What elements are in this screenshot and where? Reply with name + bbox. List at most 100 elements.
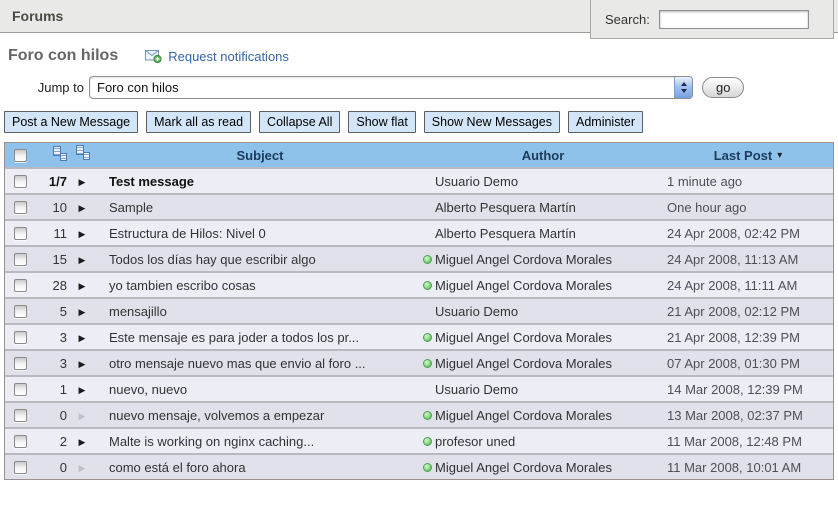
last-post-column-header[interactable]: Last Post ▾ — [663, 148, 833, 163]
expand-thread-icon[interactable]: ▶ — [79, 307, 86, 317]
thread-checkbox[interactable] — [14, 461, 27, 474]
author-name: Usuario Demo — [435, 304, 518, 319]
expand-thread-icon[interactable]: ▶ — [79, 385, 86, 395]
thread-checkbox[interactable] — [14, 201, 27, 214]
toolbar-button[interactable]: Collapse All — [259, 111, 340, 133]
thread-author: profesor uned — [423, 434, 663, 449]
author-name: Miguel Angel Cordova Morales — [435, 330, 612, 345]
thread-author: Miguel Angel Cordova Morales — [423, 330, 663, 345]
author-name: Usuario Demo — [435, 382, 518, 397]
go-button[interactable]: go — [702, 77, 744, 98]
thread-row: 0 ▶ nuevo mensaje, volvemos a empezar Mi… — [5, 401, 833, 427]
subject-column-header[interactable]: Subject — [97, 148, 423, 163]
expand-thread-icon[interactable]: ▶ — [79, 359, 86, 369]
thread-checkbox[interactable] — [14, 383, 27, 396]
expand-thread-icon[interactable]: ▶ — [79, 463, 86, 473]
message-count: 10 — [35, 200, 67, 215]
toolbar-button[interactable]: Post a New Message — [4, 111, 138, 133]
thread-subject[interactable]: Este mensaje es para joder a todos los p… — [97, 330, 423, 345]
expand-thread-icon[interactable]: ▶ — [79, 177, 86, 187]
last-post-time: 07 Apr 2008, 01:30 PM — [663, 356, 833, 371]
thread-subject[interactable]: otro mensaje nuevo mas que envio al foro… — [97, 356, 423, 371]
message-count: 2 — [35, 434, 67, 449]
last-post-time: 1 minute ago — [663, 174, 833, 189]
last-post-time: 11 Mar 2008, 12:48 PM — [663, 434, 833, 449]
sort-new-messages-icon[interactable] — [52, 146, 67, 161]
thread-subject[interactable]: yo tambien escribo cosas — [97, 278, 423, 293]
toolbar-button[interactable]: Administer — [568, 111, 643, 133]
expand-thread-icon[interactable]: ▶ — [79, 411, 86, 421]
thread-subject[interactable]: Test message — [97, 174, 423, 189]
expand-thread-icon[interactable]: ▶ — [79, 229, 86, 239]
toolbar-button[interactable]: Mark all as read — [146, 111, 251, 133]
thread-row: 3 ▶ otro mensaje nuevo mas que envio al … — [5, 349, 833, 375]
author-column-header[interactable]: Author — [423, 148, 663, 163]
thread-author: Usuario Demo — [423, 304, 663, 319]
last-post-time: 14 Mar 2008, 12:39 PM — [663, 382, 833, 397]
search-input[interactable] — [659, 10, 809, 29]
thread-checkbox[interactable] — [14, 227, 27, 240]
thread-author: Miguel Angel Cordova Morales — [423, 408, 663, 423]
online-status-icon — [423, 463, 432, 472]
request-notifications-link[interactable]: Request notifications — [145, 49, 289, 64]
email-add-icon — [145, 50, 162, 63]
thread-subject[interactable]: Sample — [97, 200, 423, 215]
author-name: Miguel Angel Cordova Morales — [435, 460, 612, 475]
thread-subject[interactable]: Estructura de Hilos: Nivel 0 — [97, 226, 423, 241]
thread-row: 1/7 ▶ Test message Usuario Demo 1 minute… — [5, 167, 833, 193]
thread-subject[interactable]: Malte is working on nginx caching... — [97, 434, 423, 449]
author-name: Usuario Demo — [435, 174, 518, 189]
thread-checkbox[interactable] — [14, 175, 27, 188]
online-status-icon — [423, 281, 432, 290]
thread-subject[interactable]: Todos los días hay que escribir algo — [97, 252, 423, 267]
expand-thread-icon[interactable]: ▶ — [79, 203, 86, 213]
last-post-time: 24 Apr 2008, 11:11 AM — [663, 278, 833, 293]
thread-row: 28 ▶ yo tambien escribo cosas Miguel Ang… — [5, 271, 833, 297]
expand-thread-icon[interactable]: ▶ — [79, 255, 86, 265]
jump-to-label: Jump to — [4, 80, 84, 95]
expand-thread-icon[interactable]: ▶ — [79, 437, 86, 447]
expand-thread-icon[interactable]: ▶ — [79, 333, 86, 343]
thread-row: 11 ▶ Estructura de Hilos: Nivel 0 Albert… — [5, 219, 833, 245]
online-status-icon — [423, 437, 432, 446]
last-post-time: 24 Apr 2008, 11:13 AM — [663, 252, 833, 267]
last-post-time: One hour ago — [663, 200, 833, 215]
thread-rows: 1/7 ▶ Test message Usuario Demo 1 minute… — [5, 167, 833, 479]
last-post-time: 21 Apr 2008, 12:39 PM — [663, 330, 833, 345]
thread-checkbox[interactable] — [14, 279, 27, 292]
thread-checkbox[interactable] — [14, 435, 27, 448]
thread-checkbox[interactable] — [14, 253, 27, 266]
sort-desc-icon: ▾ — [777, 150, 782, 161]
last-post-time: 11 Mar 2008, 10:01 AM — [663, 460, 833, 475]
toolbar-button[interactable]: Show New Messages — [424, 111, 560, 133]
toolbar-button[interactable]: Show flat — [348, 111, 415, 133]
message-count: 3 — [35, 330, 67, 345]
thread-author: Usuario Demo — [423, 382, 663, 397]
thread-checkbox[interactable] — [14, 331, 27, 344]
thread-subject[interactable]: mensajillo — [97, 304, 423, 319]
thread-author: Miguel Angel Cordova Morales — [423, 252, 663, 267]
select-all-checkbox[interactable] — [14, 149, 27, 162]
last-post-time: 24 Apr 2008, 02:42 PM — [663, 226, 833, 241]
expand-thread-icon[interactable]: ▶ — [79, 281, 86, 291]
message-count: 3 — [35, 356, 67, 371]
online-status-icon — [423, 255, 432, 264]
message-count: 1/7 — [35, 174, 67, 189]
message-count: 0 — [35, 460, 67, 475]
thread-checkbox[interactable] — [14, 357, 27, 370]
search-label: Search: — [605, 12, 650, 27]
thread-row: 3 ▶ Este mensaje es para joder a todos l… — [5, 323, 833, 349]
thread-checkbox[interactable] — [14, 409, 27, 422]
sort-total-messages-icon[interactable] — [75, 145, 90, 160]
thread-author: Miguel Angel Cordova Morales — [423, 460, 663, 475]
thread-row: 5 ▶ mensajillo Usuario Demo 21 Apr 2008,… — [5, 297, 833, 323]
forum-toolbar: Post a New Message Mark all as read Coll… — [4, 111, 834, 133]
thread-subject[interactable]: como está el foro ahora — [97, 460, 423, 475]
thread-checkbox[interactable] — [14, 305, 27, 318]
thread-subject[interactable]: nuevo mensaje, volvemos a empezar — [97, 408, 423, 423]
message-count: 0 — [35, 408, 67, 423]
message-count: 28 — [35, 278, 67, 293]
author-name: Alberto Pesquera Martín — [435, 200, 576, 215]
thread-subject[interactable]: nuevo, nuevo — [97, 382, 423, 397]
forum-select[interactable]: Foro con hilos — [89, 76, 693, 99]
